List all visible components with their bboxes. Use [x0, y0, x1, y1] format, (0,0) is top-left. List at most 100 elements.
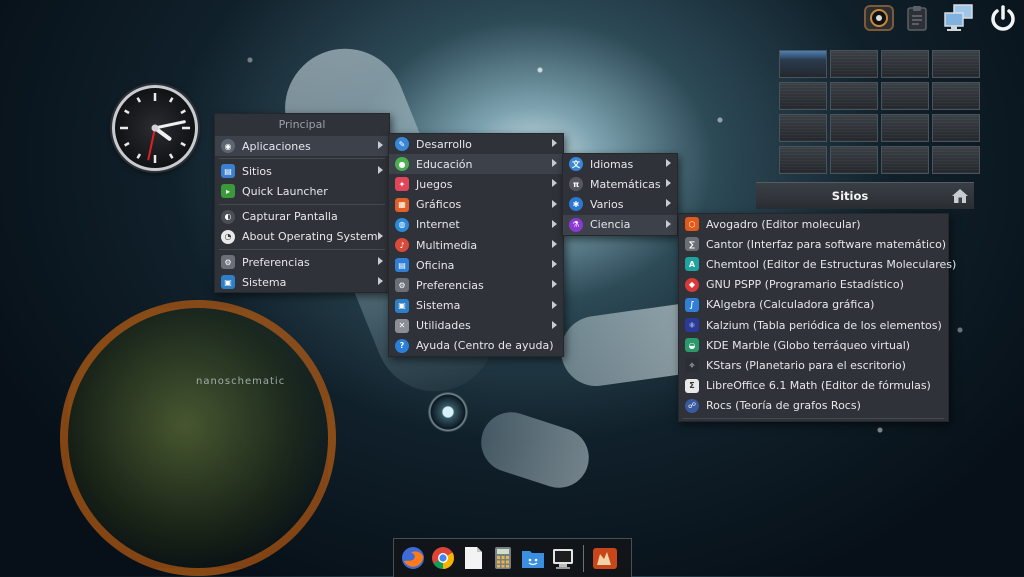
menu-item-cantor-interfaz-para-software-matematico[interactable]: ∑ Cantor (Interfaz para software matemáti…	[679, 234, 948, 254]
office-icon: ▤	[395, 258, 409, 273]
workspace-8[interactable]	[932, 82, 980, 110]
menu-item-label: GNU PSPP (Programario Estadístico)	[706, 278, 904, 292]
firefox-icon[interactable]	[400, 545, 426, 571]
menu-item-sitios[interactable]: ▤ Sitios	[215, 161, 389, 181]
dock-separator	[583, 545, 584, 572]
menu-item-educacion[interactable]: ● Educación	[389, 154, 563, 175]
menu-item-kde-marble-globo-terraqueo-virtual[interactable]: ◒ KDE Marble (Globo terráqueo virtual)	[679, 335, 948, 355]
system-icon: ▣	[221, 275, 235, 290]
chevron-right-icon	[666, 219, 671, 228]
chrome-icon[interactable]	[430, 545, 456, 571]
avogadro-icon: ⬡	[685, 217, 699, 232]
workspace-6[interactable]	[830, 82, 878, 110]
menu-item-utilidades[interactable]: ✕ Utilidades	[389, 316, 563, 336]
education-submenu: 文 Idiomas π Matemáticas ✱ Varios ⚗ Ciencia	[562, 153, 678, 236]
menu-item-label: About Operating System	[242, 230, 378, 244]
menu-item-kalzium-tabla-periodica-de-los-elementos[interactable]: ⚛ Kalzium (Tabla periódica de los element…	[679, 315, 948, 335]
science-submenu: ⬡ Avogadro (Editor molecular) ∑ Cantor (Int…	[678, 213, 956, 422]
menu-item-multimedia[interactable]: ♪ Multimedia	[389, 235, 563, 255]
kstars-icon: ✧	[685, 358, 699, 373]
network-icon[interactable]	[942, 3, 976, 33]
menu-separator	[219, 158, 385, 160]
graphics-icon: ▦	[395, 197, 409, 212]
menu-item-kalgebra-calculadora-grafica[interactable]: ∫ KAlgebra (Calculadora gráfica)	[679, 295, 948, 315]
workspace-4[interactable]	[932, 50, 980, 78]
workspace-12[interactable]	[932, 114, 980, 142]
rocs-icon: ☍	[685, 398, 699, 413]
menu-item-label: KDE Marble (Globo terráqueo virtual)	[706, 338, 911, 352]
workspace-3[interactable]	[881, 50, 929, 78]
menu-item-rocs-teoria-de-grafos-rocs[interactable]: ☍ Rocs (Teoría de grafos Rocs)	[679, 396, 948, 416]
menu-item-juegos[interactable]: ✦ Juegos	[389, 174, 563, 194]
chevron-right-icon	[378, 231, 383, 240]
power-icon[interactable]	[986, 3, 1020, 33]
sites-panel-title: Sitios	[831, 189, 869, 203]
workspace-15[interactable]	[881, 146, 929, 174]
clipboard-icon[interactable]	[900, 3, 934, 33]
menu-item-label: Multimedia	[416, 238, 478, 252]
gauge-icon[interactable]	[862, 3, 896, 33]
menu-item-desarrollo[interactable]: ✎ Desarrollo	[389, 134, 563, 154]
workspace-10[interactable]	[830, 114, 878, 142]
science-icon: ⚗	[569, 217, 583, 232]
home-icon[interactable]	[950, 186, 970, 206]
games-icon: ✦	[395, 177, 409, 192]
system-icon: ▣	[395, 298, 409, 313]
menu-item-preferencias[interactable]: ⚙ Preferencias	[389, 275, 563, 295]
text-editor-icon[interactable]	[460, 545, 486, 571]
chevron-right-icon	[552, 199, 557, 208]
calculator-icon[interactable]	[490, 545, 516, 571]
workspace-13[interactable]	[779, 146, 827, 174]
workspace-11[interactable]	[881, 114, 929, 142]
menu-item-kstars-planetario-para-el-escritorio[interactable]: ✧ KStars (Planetario para el escritorio)	[679, 355, 948, 375]
internet-icon: ◍	[395, 217, 409, 232]
wallpaper-finger	[473, 404, 597, 496]
applications-submenu: ✎ Desarrollo ● Educación ✦ Juegos ▦ Gráficos ◍ In…	[388, 133, 564, 358]
workspace-1[interactable]	[779, 50, 827, 78]
workspace-14[interactable]	[830, 146, 878, 174]
workspace-5[interactable]	[779, 82, 827, 110]
menu-item-ayuda-centro-de-ayuda[interactable]: ? Ayuda (Centro de ayuda)	[389, 336, 563, 356]
menu-item-internet[interactable]: ◍ Internet	[389, 215, 563, 235]
menu-item-sistema[interactable]: ▣ Sistema	[389, 296, 563, 316]
menu-item-about-operating-system[interactable]: ◔ About Operating System	[215, 227, 389, 247]
menu-item-quick-launcher[interactable]: ▸ Quick Launcher	[215, 181, 389, 201]
menu-item-idiomas[interactable]: 文 Idiomas	[563, 154, 677, 174]
education-icon: ●	[395, 157, 409, 172]
menu-item-libreoffice-6-1-math-editor-de-formulas[interactable]: Σ LibreOffice 6.1 Math (Editor de fórmula…	[679, 376, 948, 396]
workspace-2[interactable]	[830, 50, 878, 78]
menu-item-matematicas[interactable]: π Matemáticas	[563, 174, 677, 194]
menu-item-chemtool-editor-de-estructuras-moleculares[interactable]: A Chemtool (Editor de Estructuras Molecul…	[679, 254, 956, 274]
menu-item-sistema[interactable]: ▣ Sistema	[215, 272, 389, 292]
workspace-pager[interactable]	[779, 50, 980, 174]
menu-item-label: Chemtool (Editor de Estructuras Molecula…	[706, 257, 957, 271]
dock	[393, 538, 632, 577]
menu-item-oficina[interactable]: ▤ Oficina	[389, 255, 563, 275]
chevron-right-icon	[666, 199, 671, 208]
pspp-icon: ◆	[685, 277, 699, 292]
menu-item-graficos[interactable]: ▦ Gráficos	[389, 195, 563, 215]
user-app-icon[interactable]	[591, 545, 617, 571]
workspace-16[interactable]	[932, 146, 980, 174]
menu-separator	[683, 417, 944, 419]
chevron-right-icon	[552, 320, 557, 329]
analog-clock-widget[interactable]	[112, 85, 198, 171]
workspace-7[interactable]	[881, 82, 929, 110]
menu-item-label: KAlgebra (Calculadora gráfica)	[706, 298, 875, 312]
sites-panel-header: Sitios	[756, 182, 974, 209]
chevron-right-icon	[378, 166, 383, 175]
file-manager-icon[interactable]	[520, 545, 546, 571]
screenshot-icon: ◐	[221, 209, 235, 224]
menu-item-ciencia[interactable]: ⚗ Ciencia	[563, 214, 677, 235]
menu-item-varios[interactable]: ✱ Varios	[563, 194, 677, 214]
wallpaper-text: nanoschematic	[196, 376, 286, 387]
menu-item-aplicaciones[interactable]: ◉ Aplicaciones	[215, 136, 389, 157]
clock-minute-hand	[153, 120, 186, 130]
menu-item-preferencias[interactable]: ⚙ Preferencias	[215, 252, 389, 272]
misc-icon: ✱	[569, 197, 583, 212]
menu-item-capturar-pantalla[interactable]: ◐ Capturar Pantalla	[215, 207, 389, 227]
workspace-9[interactable]	[779, 114, 827, 142]
menu-item-avogadro-editor-molecular[interactable]: ⬡ Avogadro (Editor molecular)	[679, 214, 948, 234]
terminal-icon[interactable]	[550, 545, 576, 571]
menu-item-gnu-pspp-programario-estadistico[interactable]: ◆ GNU PSPP (Programario Estadístico)	[679, 275, 948, 295]
